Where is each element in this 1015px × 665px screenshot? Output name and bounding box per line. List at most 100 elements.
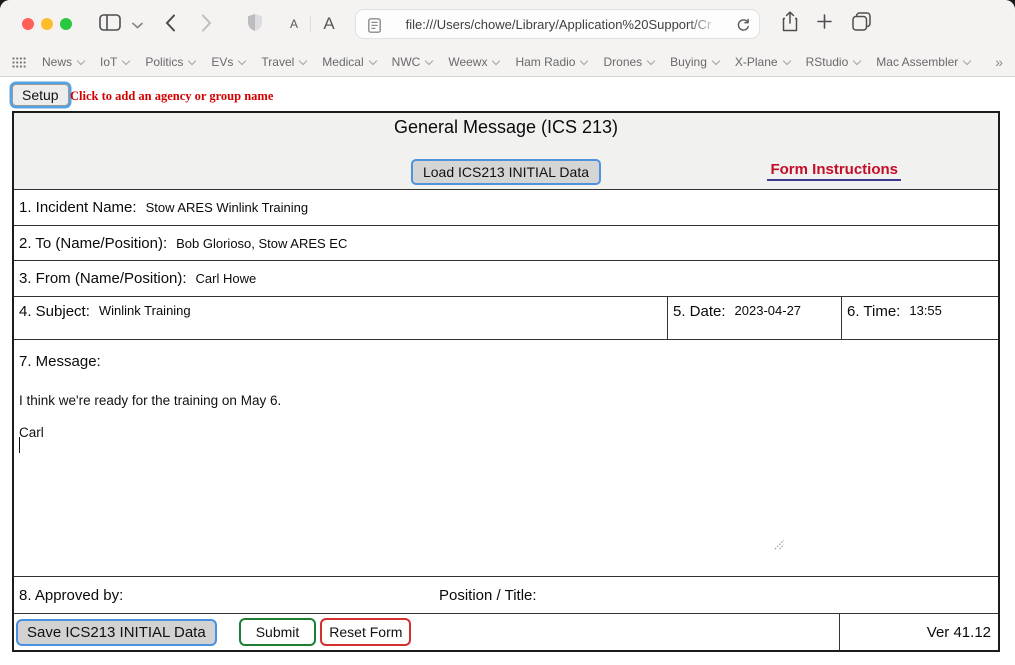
reader-page-icon[interactable]: [366, 17, 382, 33]
textarea-resize-handle[interactable]: [774, 537, 785, 555]
bookmark-folder-travel[interactable]: Travel: [261, 55, 306, 69]
zoom-window-button[interactable]: [60, 18, 72, 30]
chevron-down-icon: [782, 56, 790, 64]
bookmark-folder-iot[interactable]: IoT: [100, 55, 129, 69]
text-size-large-icon[interactable]: A: [320, 12, 338, 36]
incident-name-label: 1. Incident Name:: [14, 199, 137, 216]
chevron-down-icon: [188, 56, 196, 64]
date-label: 5. Date:: [668, 303, 726, 320]
favorites-grid-icon[interactable]: [12, 57, 26, 68]
reset-form-button[interactable]: Reset Form: [320, 618, 411, 646]
sidebar-menu-chevron[interactable]: [130, 18, 144, 30]
forward-button[interactable]: [198, 13, 214, 35]
bookmark-folder-politics[interactable]: Politics: [145, 55, 195, 69]
tab-overview-icon: [852, 12, 871, 34]
message-textarea[interactable]: I think we're ready for the training on …: [15, 385, 799, 550]
subject-date-time-row: 4. Subject: Winlink Training 5. Date: 20…: [14, 296, 998, 339]
submit-button[interactable]: Submit: [239, 618, 317, 646]
to-row: 2. To (Name/Position): Bob Glorioso, Sto…: [14, 225, 998, 261]
sidebar-icon: [99, 14, 121, 34]
setup-button[interactable]: Setup: [12, 84, 69, 106]
bookmark-folder-weewx[interactable]: Weewx: [448, 55, 499, 69]
bookmark-folder-rstudio[interactable]: RStudio: [806, 55, 861, 69]
chevron-down-icon: [122, 56, 130, 64]
incident-name-input[interactable]: Stow ARES Winlink Training: [146, 200, 309, 215]
chevron-down-icon: [712, 56, 720, 64]
incident-name-row: 1. Incident Name: Stow ARES Winlink Trai…: [14, 189, 998, 225]
shield-icon: [247, 13, 263, 35]
time-cell: 6. Time: 13:55: [841, 297, 998, 339]
subject-cell: 4. Subject: Winlink Training: [14, 297, 667, 339]
bookmarks-bar: News IoT Politics EVs Travel Medical NWC…: [0, 48, 1015, 77]
from-input[interactable]: Carl Howe: [196, 271, 257, 286]
message-line: I think we're ready for the training on …: [19, 393, 281, 408]
ics213-form: General Message (ICS 213) Load ICS213 IN…: [12, 111, 1000, 652]
to-label: 2. To (Name/Position):: [14, 235, 167, 252]
web-page: Setup Click to add an agency or group na…: [0, 77, 1015, 665]
bookmark-folder-ham-radio[interactable]: Ham Radio: [515, 55, 587, 69]
browser-toolbar: A A file:///Users/chowe/Library/Applicat…: [0, 0, 1015, 48]
chevron-down-icon: [299, 56, 307, 64]
load-initial-data-button[interactable]: Load ICS213 INITIAL Data: [411, 159, 601, 185]
chevron-down-icon: [77, 56, 85, 64]
bookmark-folder-buying[interactable]: Buying: [670, 55, 719, 69]
bookmark-folder-mac-assembler[interactable]: Mac Assembler: [876, 55, 970, 69]
tab-overview-button[interactable]: [850, 12, 872, 34]
footer-buttons-cell: Save ICS213 INITIAL Data Submit Reset Fo…: [14, 614, 839, 650]
position-title-label: Position / Title:: [439, 577, 537, 613]
time-label: 6. Time:: [842, 303, 900, 320]
bookmark-folder-news[interactable]: News: [42, 55, 84, 69]
version-label: Ver 41.12: [839, 614, 998, 650]
address-bar[interactable]: file:///Users/chowe/Library/Application%…: [355, 9, 760, 39]
text-size-small-icon[interactable]: A: [286, 14, 302, 34]
form-footer-row: Save ICS213 INITIAL Data Submit Reset Fo…: [14, 613, 998, 650]
message-row: 7. Message: I think we're ready for the …: [14, 339, 998, 576]
sidebar-toggle-button[interactable]: [98, 14, 122, 34]
chevron-down-icon: [238, 56, 246, 64]
chevron-down-icon: [368, 56, 376, 64]
setup-hint-text: Click to add an agency or group name: [70, 89, 273, 104]
new-tab-button[interactable]: [815, 14, 833, 32]
approved-by-label: 8. Approved by:: [14, 587, 123, 604]
share-icon: [782, 11, 798, 35]
chevron-left-icon: [165, 14, 176, 35]
bookmark-folder-medical[interactable]: Medical: [322, 55, 375, 69]
plus-icon: [817, 14, 832, 32]
bookmark-folder-x-plane[interactable]: X-Plane: [735, 55, 790, 69]
message-label: 7. Message:: [19, 353, 101, 370]
message-line: Carl: [19, 425, 44, 440]
safari-window: A A file:///Users/chowe/Library/Applicat…: [0, 0, 1015, 665]
url-fade-overlay: [687, 11, 729, 37]
bookmarks-overflow-icon[interactable]: »: [995, 54, 1003, 70]
chevron-down-icon: [492, 56, 500, 64]
chevron-down-icon: [647, 56, 655, 64]
address-bar-url[interactable]: file:///Users/chowe/Library/Application%…: [390, 10, 727, 38]
form-instructions-link[interactable]: Form Instructions: [767, 161, 901, 181]
from-label: 3. From (Name/Position):: [14, 270, 187, 287]
chevron-down-icon: [580, 56, 588, 64]
time-input[interactable]: 13:55: [909, 303, 942, 318]
share-button[interactable]: [780, 11, 800, 35]
subject-label: 4. Subject:: [14, 303, 90, 320]
chevron-down-icon: [853, 56, 861, 64]
chevron-down-icon: [132, 17, 143, 32]
text-cursor: [19, 437, 20, 453]
chevron-down-icon: [425, 56, 433, 64]
date-cell: 5. Date: 2023-04-27: [667, 297, 841, 339]
reload-icon[interactable]: [734, 16, 752, 34]
chevron-down-icon: [963, 56, 971, 64]
to-input[interactable]: Bob Glorioso, Stow ARES EC: [176, 236, 347, 251]
bookmark-folder-drones[interactable]: Drones: [603, 55, 654, 69]
from-row: 3. From (Name/Position): Carl Howe: [14, 260, 998, 296]
bookmark-folder-evs[interactable]: EVs: [211, 55, 245, 69]
back-button[interactable]: [162, 13, 178, 35]
close-window-button[interactable]: [22, 18, 34, 30]
chevron-right-icon: [201, 14, 212, 35]
minimize-window-button[interactable]: [41, 18, 53, 30]
privacy-report-button[interactable]: [245, 13, 265, 35]
date-input[interactable]: 2023-04-27: [735, 303, 802, 318]
subject-input[interactable]: Winlink Training: [99, 303, 191, 318]
form-header: General Message (ICS 213) Load ICS213 IN…: [14, 113, 998, 189]
bookmark-folder-nwc[interactable]: NWC: [392, 55, 433, 69]
save-initial-data-button[interactable]: Save ICS213 INITIAL Data: [16, 619, 217, 646]
